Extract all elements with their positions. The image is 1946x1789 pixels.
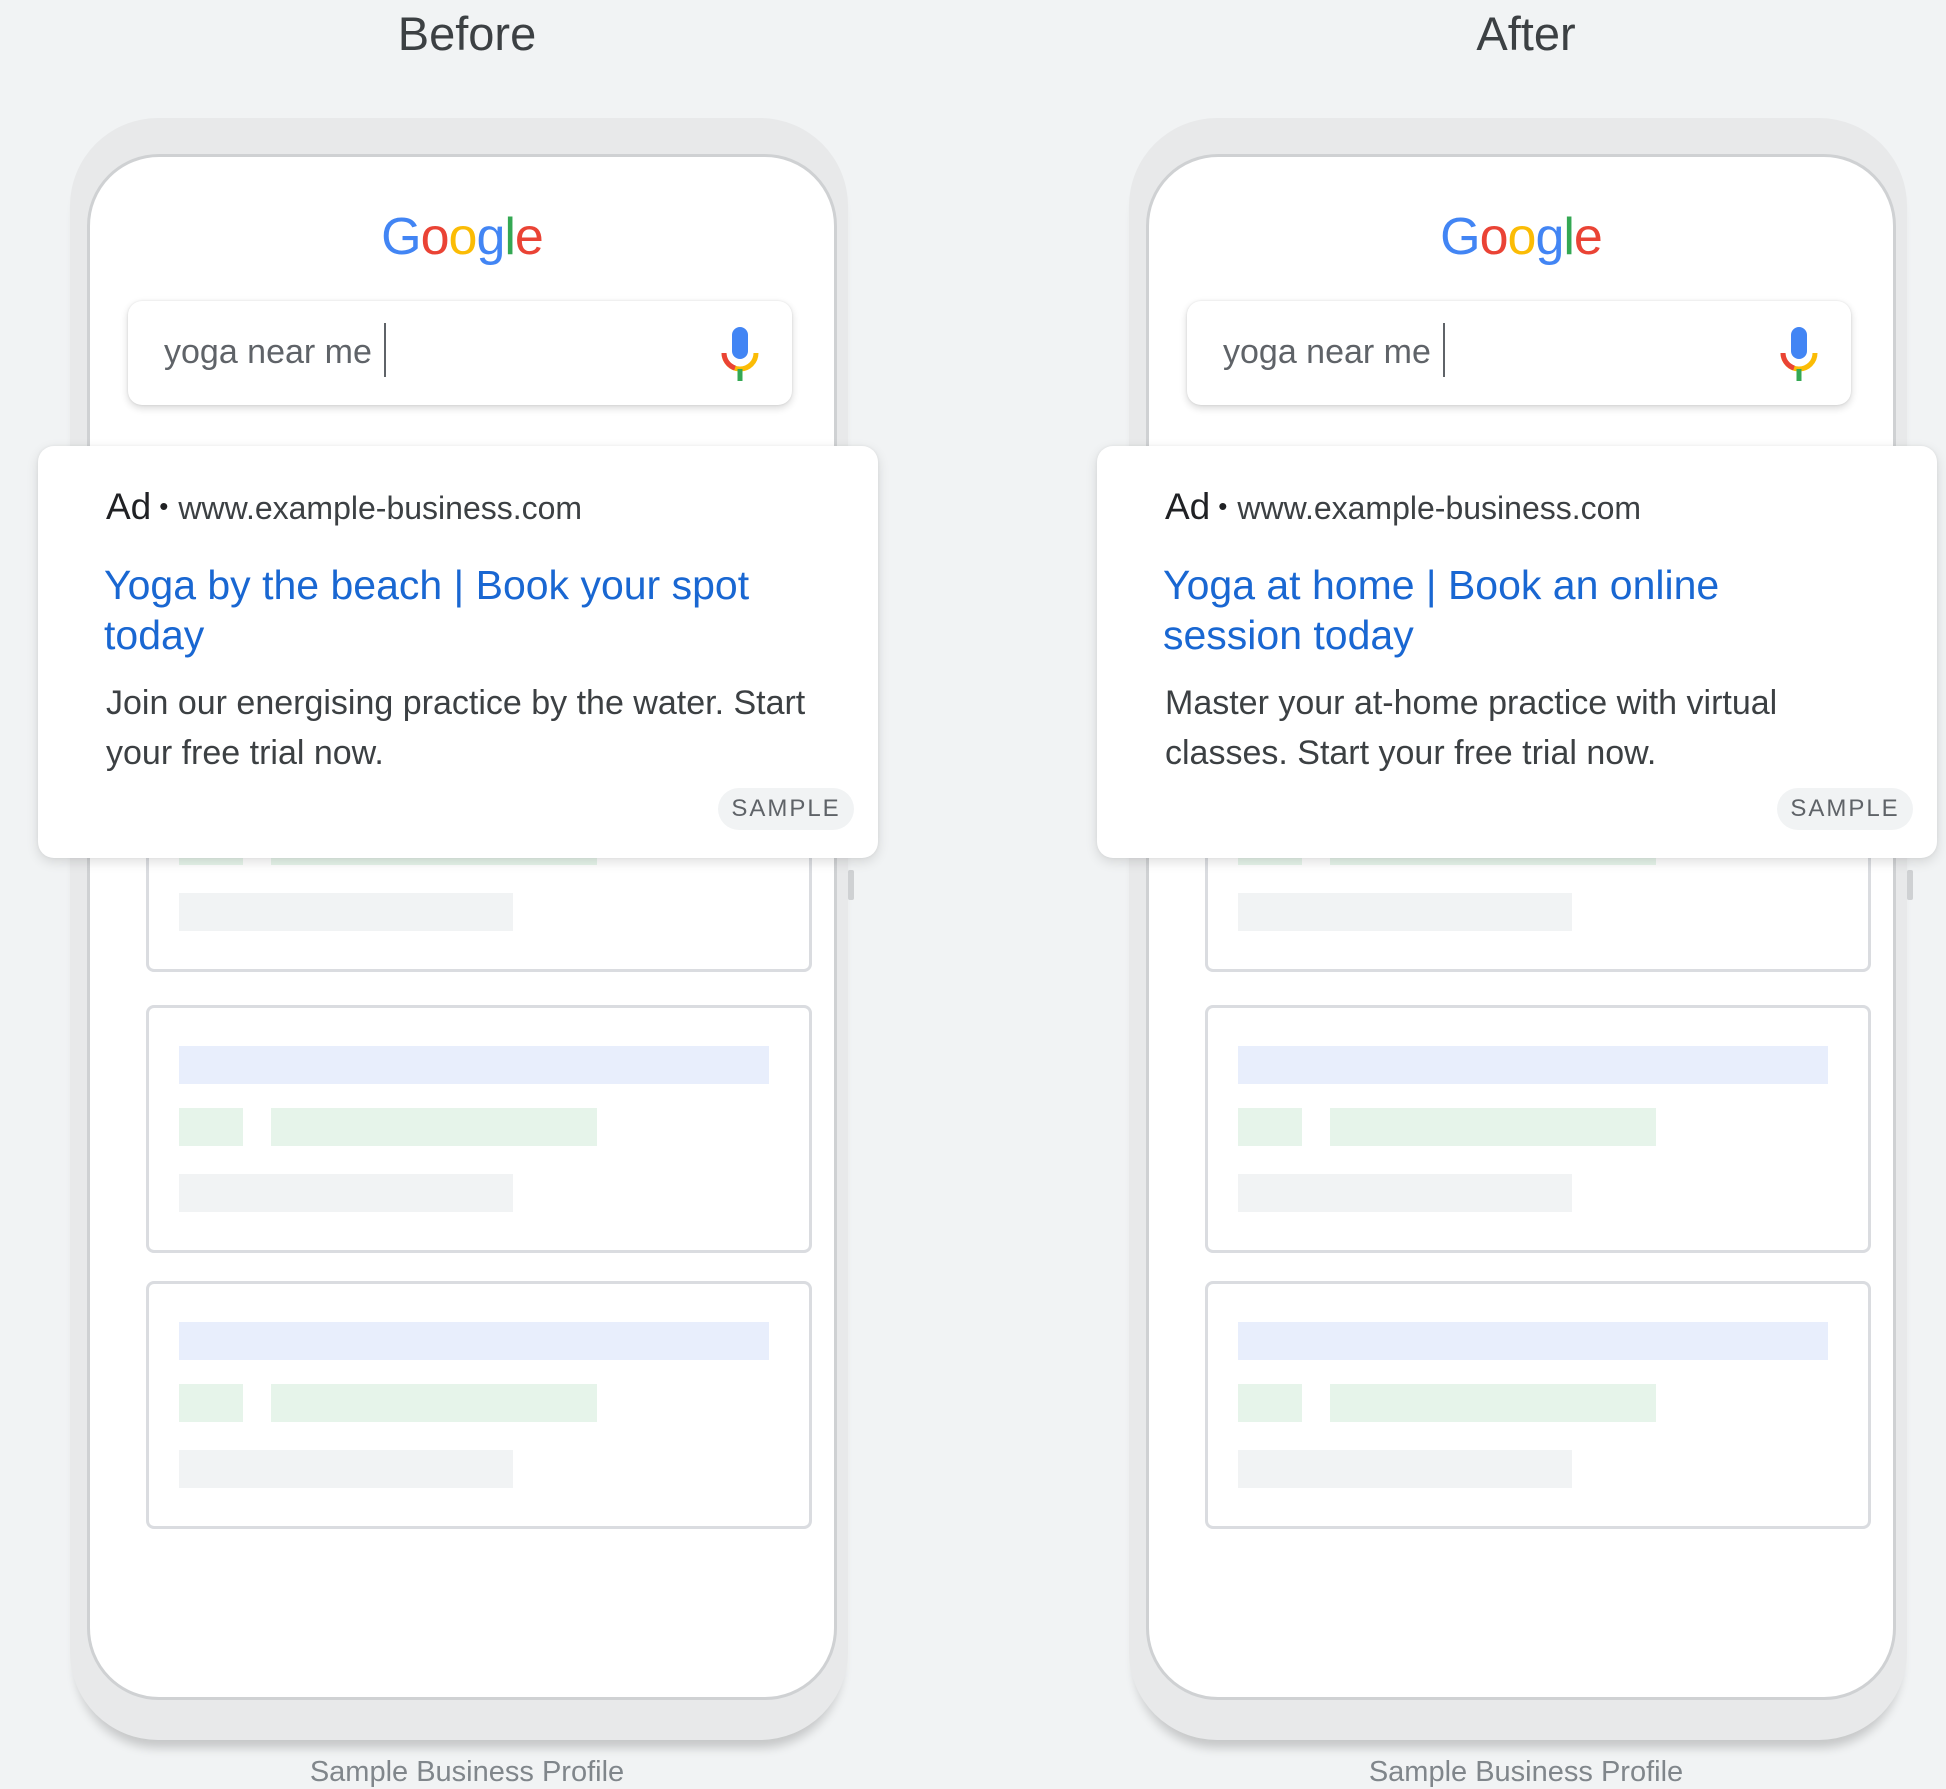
result-card-placeholder	[1205, 1281, 1871, 1529]
logo-letter: l	[504, 208, 516, 266]
panel-caption: Sample Business Profile	[1368, 1756, 1684, 1788]
ad-meta-line: Ad • www.example-business.com	[1165, 486, 1641, 528]
placeholder-url-bar	[1330, 1384, 1656, 1422]
panel-caption: Sample Business Profile	[309, 1756, 625, 1788]
ad-meta-line: Ad • www.example-business.com	[106, 486, 582, 528]
placeholder-title-bar	[179, 1046, 769, 1084]
placeholder-text-bar	[179, 1450, 513, 1488]
placeholder-tag-bar	[1238, 1384, 1302, 1422]
search-query-text: yoga near me	[164, 332, 372, 371]
panel-before: Before Google yoga near me Ad • www.exam…	[0, 0, 973, 1789]
phone-screen: Google yoga near me	[87, 154, 837, 1700]
search-query-text: yoga near me	[1223, 332, 1431, 371]
placeholder-url-bar	[1330, 1108, 1656, 1146]
search-input[interactable]: yoga near me	[1187, 301, 1851, 405]
placeholder-tag-bar	[179, 1108, 243, 1146]
search-query: yoga near me	[164, 323, 386, 377]
panel-heading: After	[1476, 7, 1576, 60]
text-caret	[383, 323, 386, 377]
result-card-placeholder	[1205, 1005, 1871, 1253]
logo-letter: e	[1573, 208, 1603, 266]
result-card-placeholder	[146, 1005, 812, 1253]
ad-headline-link[interactable]: Yoga at home | Book an online session to…	[1163, 560, 1863, 660]
placeholder-tag-bar	[1238, 1108, 1302, 1146]
ad-card[interactable]: Ad • www.example-business.com Yoga by the …	[38, 446, 878, 858]
ad-label: Ad	[1165, 486, 1211, 527]
text-caret	[1442, 323, 1445, 377]
placeholder-title-bar	[179, 1322, 769, 1360]
logo-letter: o	[1479, 208, 1509, 266]
logo-letter: G	[1440, 208, 1480, 266]
placeholder-text-bar	[179, 893, 513, 931]
placeholder-text-bar	[179, 1174, 513, 1212]
ad-description: Join our energising practice by the wate…	[106, 684, 806, 772]
placeholder-text-bar	[1238, 1174, 1572, 1212]
ad-headline-link[interactable]: Yoga by the beach | Book your spot today	[104, 560, 804, 660]
panel-after: After Google yoga near me Ad • www.examp…	[1059, 0, 1946, 1789]
logo-letter: o	[420, 208, 450, 266]
ad-separator: •	[1218, 491, 1228, 521]
mic-icon[interactable]	[718, 325, 762, 385]
mic-icon[interactable]	[1777, 325, 1821, 385]
google-logo: Google	[90, 207, 834, 267]
phone-side-button	[1907, 870, 1913, 900]
result-card-placeholder	[146, 1281, 812, 1529]
sample-badge: SAMPLE	[1777, 788, 1913, 830]
search-query: yoga near me	[1223, 323, 1445, 377]
sample-badge: SAMPLE	[718, 788, 854, 830]
ad-label: Ad	[106, 486, 152, 527]
google-logo: Google	[1149, 207, 1893, 267]
placeholder-tag-bar	[179, 1384, 243, 1422]
phone-side-button	[848, 870, 854, 900]
ad-card[interactable]: Ad • www.example-business.com Yoga at home…	[1097, 446, 1937, 858]
placeholder-title-bar	[1238, 1046, 1828, 1084]
placeholder-url-bar	[271, 1384, 597, 1422]
ad-display-url: www.example-business.com	[178, 490, 583, 526]
ad-description: Master your at-home practice with virtua…	[1165, 684, 1778, 772]
logo-letter: g	[1535, 208, 1564, 266]
logo-letter: e	[514, 208, 544, 266]
logo-letter: g	[476, 208, 505, 266]
placeholder-text-bar	[1238, 1450, 1572, 1488]
ad-separator: •	[159, 491, 169, 521]
logo-letter: o	[448, 208, 478, 266]
logo-letter: G	[381, 208, 421, 266]
panel-heading: Before	[397, 7, 537, 60]
logo-letter: o	[1507, 208, 1537, 266]
ad-display-url: www.example-business.com	[1237, 490, 1642, 526]
placeholder-text-bar	[1238, 893, 1572, 931]
search-input[interactable]: yoga near me	[128, 301, 792, 405]
placeholder-url-bar	[271, 1108, 597, 1146]
placeholder-title-bar	[1238, 1322, 1828, 1360]
logo-letter: l	[1563, 208, 1575, 266]
phone-screen: Google yoga near me	[1146, 154, 1896, 1700]
